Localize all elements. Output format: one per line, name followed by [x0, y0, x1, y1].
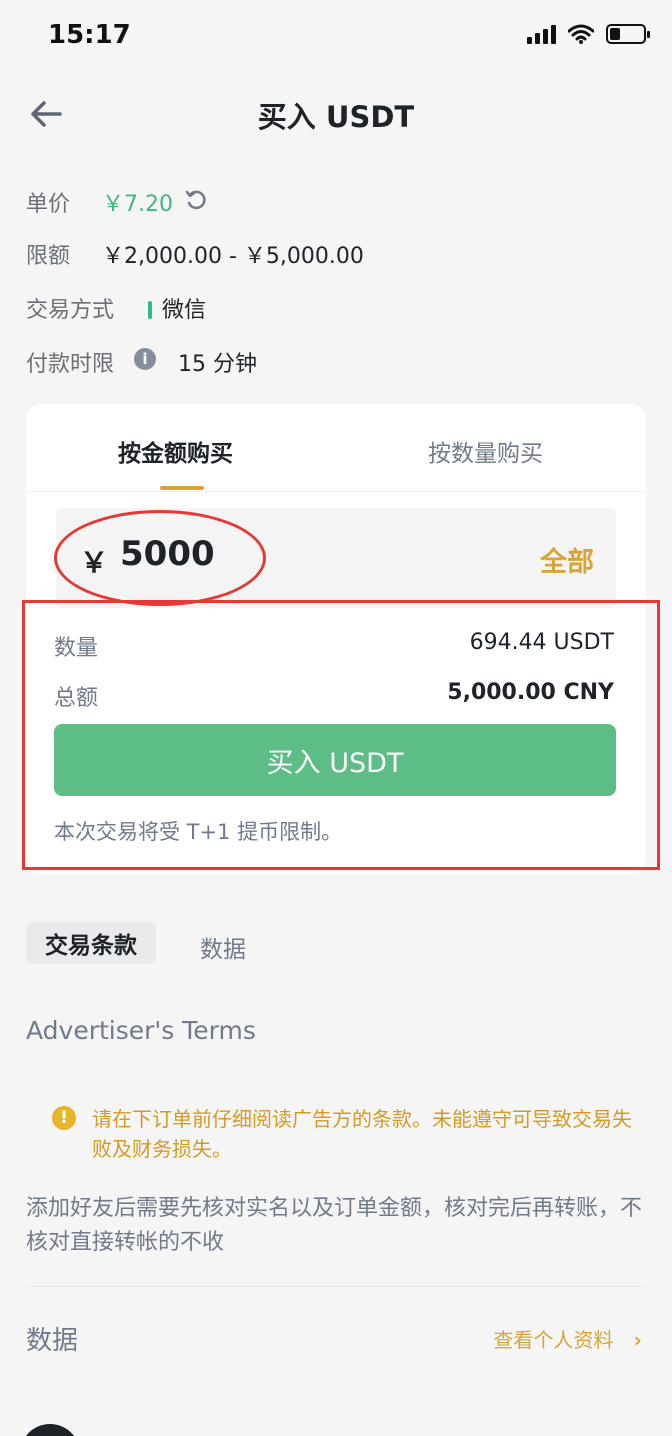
- wifi-icon: [568, 24, 594, 44]
- section-divider: [26, 1286, 646, 1287]
- warning-icon: !: [52, 1106, 76, 1130]
- tab-buy-by-quantity[interactable]: 按数量购买: [428, 434, 543, 468]
- tab-data[interactable]: 数据: [200, 930, 246, 964]
- payment-time-label: 付款时限: [26, 352, 115, 377]
- withdrawal-notice: 本次交易将受 T+1 提币限制。: [54, 820, 343, 844]
- payment-indicator: [148, 301, 152, 319]
- info-icon[interactable]: i: [134, 348, 156, 370]
- all-button[interactable]: 全部: [540, 540, 594, 579]
- payment-method-value: 微信: [148, 292, 206, 324]
- refresh-icon[interactable]: [184, 188, 208, 212]
- status-icons: [527, 24, 650, 44]
- tab-divider: [26, 491, 646, 492]
- status-time: 15:17: [48, 20, 131, 50]
- chevron-right-icon: ›: [633, 1328, 642, 1352]
- data-section-title: 数据: [26, 1326, 79, 1356]
- price-value: ￥7.20: [102, 192, 173, 217]
- price-label: 单价: [26, 192, 71, 217]
- tab-trade-terms[interactable]: 交易条款: [26, 922, 156, 964]
- signal-icon: [527, 24, 556, 44]
- warning-text: 请在下订单前仔细阅读广告方的条款。未能遵守可导致交易失败及财务损失。: [92, 1107, 632, 1161]
- view-profile-link[interactable]: 查看个人资料 ›: [493, 1324, 642, 1353]
- view-profile-label: 查看个人资料: [493, 1328, 614, 1352]
- total-label: 总额: [54, 686, 99, 711]
- payment-method-text: 微信: [162, 298, 207, 323]
- page-title: 买入 USDT: [257, 100, 415, 134]
- limit-label: 限额: [26, 244, 71, 269]
- quantity-label: 数量: [54, 636, 99, 661]
- buy-usdt-button[interactable]: 买入 USDT: [54, 724, 616, 796]
- advertiser-terms-title: Advertiser's Terms: [26, 1016, 256, 1045]
- total-value: 5,000.00 CNY: [447, 680, 614, 705]
- tab-buy-by-amount[interactable]: 按金额购买: [118, 434, 233, 468]
- avatar: [20, 1424, 80, 1436]
- annotation-circle: [54, 510, 266, 606]
- advertiser-terms-body: 添加好友后需要先核对实名以及订单金额，核对完后再转账，不核对直接转帐的不收: [26, 1196, 643, 1255]
- quantity-value: 694.44 USDT: [469, 630, 614, 655]
- limit-value: ￥2,000.00 - ￥5,000.00: [102, 244, 364, 269]
- payment-time-value: 15 分钟: [178, 352, 257, 377]
- tab-active-indicator: [160, 486, 204, 490]
- battery-icon: [606, 24, 650, 44]
- payment-method-label: 交易方式: [26, 298, 115, 323]
